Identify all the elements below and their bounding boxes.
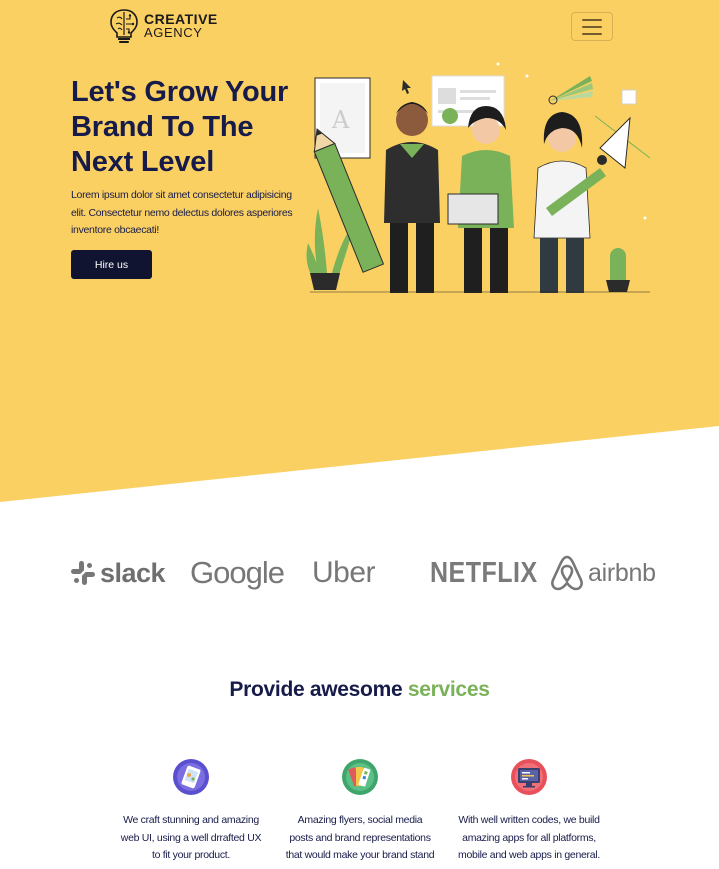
hamburger-menu-button[interactable]	[571, 12, 613, 41]
brand-name-line2: AGENCY	[144, 25, 203, 40]
services-heading: Provide awesome services	[0, 678, 719, 702]
hamburger-menu-icon	[582, 18, 602, 21]
airbnb-logo-text: airbnb	[588, 558, 656, 587]
netflix-logo-text: NETFLIX	[430, 556, 538, 589]
hero-title-line3: Next Level	[71, 146, 215, 178]
services-heading-accent: services	[407, 678, 490, 701]
airbnb-logo: airbnb	[550, 548, 670, 598]
hero-title-line2: Brand To The	[71, 111, 254, 143]
service-card-development[interactable]: With well written codes, we build amazin…	[454, 758, 604, 865]
svg-text:A: A	[331, 106, 350, 134]
uber-logo-text: Uber	[312, 556, 376, 589]
service-description: Amazing flyers, social media posts and b…	[285, 814, 435, 869]
brand-logo-link[interactable]: CREATIVE AGENCY	[108, 8, 218, 44]
service-card-graphic-design[interactable]: Amazing flyers, social media posts and b…	[285, 758, 435, 869]
service-description: We craft stunning and amazing web UI, us…	[120, 814, 262, 861]
brand-name: CREATIVE AGENCY	[144, 12, 218, 40]
hero-description: Lorem ipsum dolor sit amet consectetur a…	[71, 189, 293, 236]
netflix-logo: NETFLIX	[430, 548, 537, 598]
brain-bulb-icon	[110, 9, 138, 43]
services-heading-prefix: Provide awesome	[229, 678, 403, 701]
team-illustration: A	[306, 62, 651, 293]
slack-logo-text: slack	[100, 557, 166, 588]
slack-mark-icon	[71, 561, 95, 585]
client-logos: slack Google Uber NETFLIX airbnb	[70, 548, 670, 598]
google-logo: Google	[190, 548, 286, 598]
mobile-design-icon	[173, 759, 209, 795]
code-monitor-icon	[511, 759, 547, 795]
navbar: CREATIVE AGENCY	[0, 0, 719, 54]
uber-logo: Uber	[310, 548, 384, 598]
hire-us-button[interactable]: Hire us	[71, 250, 152, 279]
hero-title-line1: Let's Grow Your	[71, 76, 289, 108]
color-palette-icon	[342, 759, 378, 795]
airbnb-mark-icon	[551, 555, 583, 591]
service-description: With well written codes, we build amazin…	[458, 814, 600, 861]
slack-logo: slack	[70, 548, 174, 598]
google-logo-text: Google	[190, 555, 285, 590]
service-card-web-design[interactable]: We craft stunning and amazing web UI, us…	[116, 758, 266, 865]
hero-title: Let's Grow Your Brand To The Next Level	[71, 75, 301, 180]
